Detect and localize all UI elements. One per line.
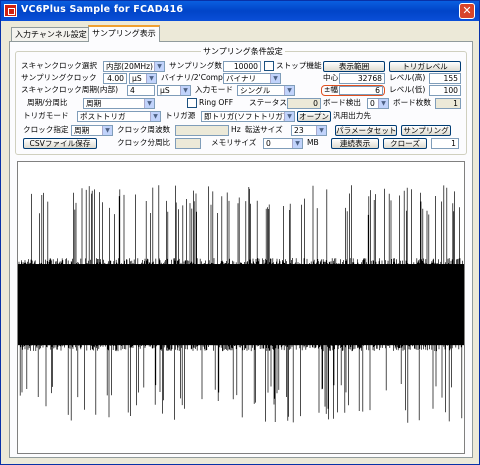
display-range-button[interactable]: 表示範囲 (323, 61, 385, 72)
sampling-clock-label: サンプリングクロック (21, 73, 97, 82)
level-low-label: レベル(低) (389, 85, 426, 94)
tab-sampling-display[interactable]: サンプリング表示 (88, 25, 160, 42)
status-value: 0 (287, 98, 321, 109)
sampling-clock-unit-value: μS (132, 74, 142, 83)
scan-period-unit-select[interactable]: μS ▼ (157, 85, 191, 96)
transfer-size-select[interactable]: 23 ▼ (291, 125, 327, 136)
ring-off-label: Ring OFF (199, 98, 234, 107)
input-mode-value: シングル (240, 86, 271, 95)
scan-clock-label: スキャンクロック選択 (21, 61, 97, 70)
group-title: サンプリング条件設定 (201, 46, 285, 57)
stop-function-label: ストップ機能 (276, 61, 322, 70)
board-count-value: 1 (435, 98, 461, 109)
trigger-mode-label: トリガモード (23, 111, 69, 120)
general-output-label: 汎用出力先 (333, 111, 371, 120)
clock-freq-label: クロック周波数 (117, 125, 171, 134)
sampling-clock-input[interactable]: 4.00 (103, 73, 127, 84)
waveform-series (18, 185, 463, 423)
binary-2comp-label: バイナリ/2'Comp (161, 73, 223, 82)
input-mode-label: 入力モード (195, 85, 233, 94)
open-button[interactable]: オープン (297, 111, 331, 122)
chevron-down-icon: ▼ (102, 126, 112, 135)
trigger-source-select[interactable]: 即トリガ(ソフトトリガ) ▼ (201, 111, 295, 122)
board-detect-select[interactable]: 0 ▼ (367, 98, 389, 109)
trigger-level-button[interactable]: トリガレベル (389, 61, 461, 72)
amplitude-label: ±幅 (324, 85, 338, 94)
level-high-input[interactable]: 155 (429, 73, 461, 84)
clock-div-input[interactable] (175, 138, 201, 149)
chevron-down-icon: ▼ (316, 126, 326, 135)
title-bar[interactable]: VC6Plus Sample for FCAD416 ✕ (1, 1, 479, 21)
level-high-label: レベル(高) (389, 73, 426, 82)
mb-label: MB (307, 138, 319, 147)
waveform-svg (18, 185, 464, 423)
scan-period-unit-value: μS (160, 86, 170, 95)
app-icon (4, 4, 17, 17)
binary-2comp-select[interactable]: バイナリ ▼ (223, 73, 281, 84)
scan-clock-select[interactable]: 内部(20MHz) ▼ (103, 61, 165, 72)
cycle-value: 周期 (86, 99, 102, 108)
scan-period-input[interactable]: 4 (127, 85, 155, 96)
stop-function-checkbox[interactable]: ストップ機能 (264, 61, 322, 72)
chevron-down-icon: ▼ (292, 139, 302, 148)
chevron-down-icon: ▼ (180, 86, 190, 95)
ring-off-checkbox[interactable]: Ring OFF (187, 98, 233, 109)
status-label: ステータス (249, 98, 287, 107)
level-low-input[interactable]: 100 (429, 85, 461, 96)
center-label: 中心 (323, 73, 339, 82)
trigger-mode-select[interactable]: ポストトリガ ▼ (77, 111, 161, 122)
clock-spec-value: 周期 (74, 126, 90, 135)
chevron-down-icon: ▼ (154, 62, 164, 71)
sampling-button[interactable]: サンプリング (401, 125, 451, 136)
close-button[interactable]: クローズ (383, 138, 427, 149)
cycle-label: 周期/分周比 (27, 98, 68, 107)
clock-spec-label: クロック指定 (23, 125, 69, 134)
scan-clock-value: 内部(20MHz) (106, 62, 154, 71)
binary-2comp-value: バイナリ (226, 74, 257, 83)
chevron-down-icon: ▼ (378, 99, 388, 108)
input-mode-select[interactable]: シングル ▼ (237, 85, 295, 96)
clock-div-label: クロック分周比 (117, 138, 171, 147)
sampling-clock-unit-select[interactable]: μS ▼ (129, 73, 157, 84)
chevron-down-icon: ▼ (144, 99, 154, 108)
chevron-down-icon: ▼ (284, 112, 294, 121)
chevron-down-icon: ▼ (270, 74, 280, 83)
scan-period-label: スキャンクロック周期(内部) (21, 85, 119, 94)
transfer-size-label: 転送サイズ (245, 125, 283, 134)
transfer-size-value: 23 (294, 126, 304, 135)
app-window: VC6Plus Sample for FCAD416 ✕ 入力チャンネル設定 サ… (0, 0, 480, 465)
amplitude-input[interactable]: 6 (339, 86, 383, 95)
memory-size-select[interactable]: 0 ▼ (263, 138, 303, 149)
tab-input-channel[interactable]: 入力チャンネル設定 (11, 27, 89, 41)
cycle-select[interactable]: 周期 ▼ (83, 98, 155, 109)
board-count-label: ボード枚数 (393, 98, 431, 107)
clock-freq-input[interactable] (175, 125, 229, 136)
waveform-plot (17, 161, 465, 454)
clock-spec-select[interactable]: 周期 ▼ (71, 125, 113, 136)
trigger-mode-value: ポストトリガ (80, 112, 126, 121)
trigger-source-value: 即トリガ(ソフトトリガ) (204, 112, 286, 121)
board-detect-label: ボード検出 (323, 98, 361, 107)
csv-save-button[interactable]: CSVファイル保存 (23, 138, 97, 149)
memory-size-label: メモリサイズ (211, 138, 257, 147)
sampling-count-input[interactable]: 10000 (223, 61, 261, 72)
close-icon[interactable]: ✕ (459, 3, 475, 19)
continuous-display-button[interactable]: 連続表示 (331, 138, 379, 149)
window-title: VC6Plus Sample for FCAD416 (21, 4, 184, 15)
last-value-input[interactable]: 1 (431, 138, 459, 149)
trigger-source-label: トリガ源 (165, 111, 196, 120)
param-set-button[interactable]: パラメータセット (335, 125, 397, 136)
board-detect-value: 0 (370, 99, 375, 108)
memory-size-value: 0 (266, 139, 271, 148)
sampling-count-label: サンプリング数 (169, 61, 222, 70)
clock-freq-unit: Hz (231, 125, 241, 134)
chevron-down-icon: ▼ (146, 74, 156, 83)
center-input[interactable]: 32768 (339, 73, 385, 84)
chevron-down-icon: ▼ (284, 86, 294, 95)
chevron-down-icon: ▼ (150, 112, 160, 121)
